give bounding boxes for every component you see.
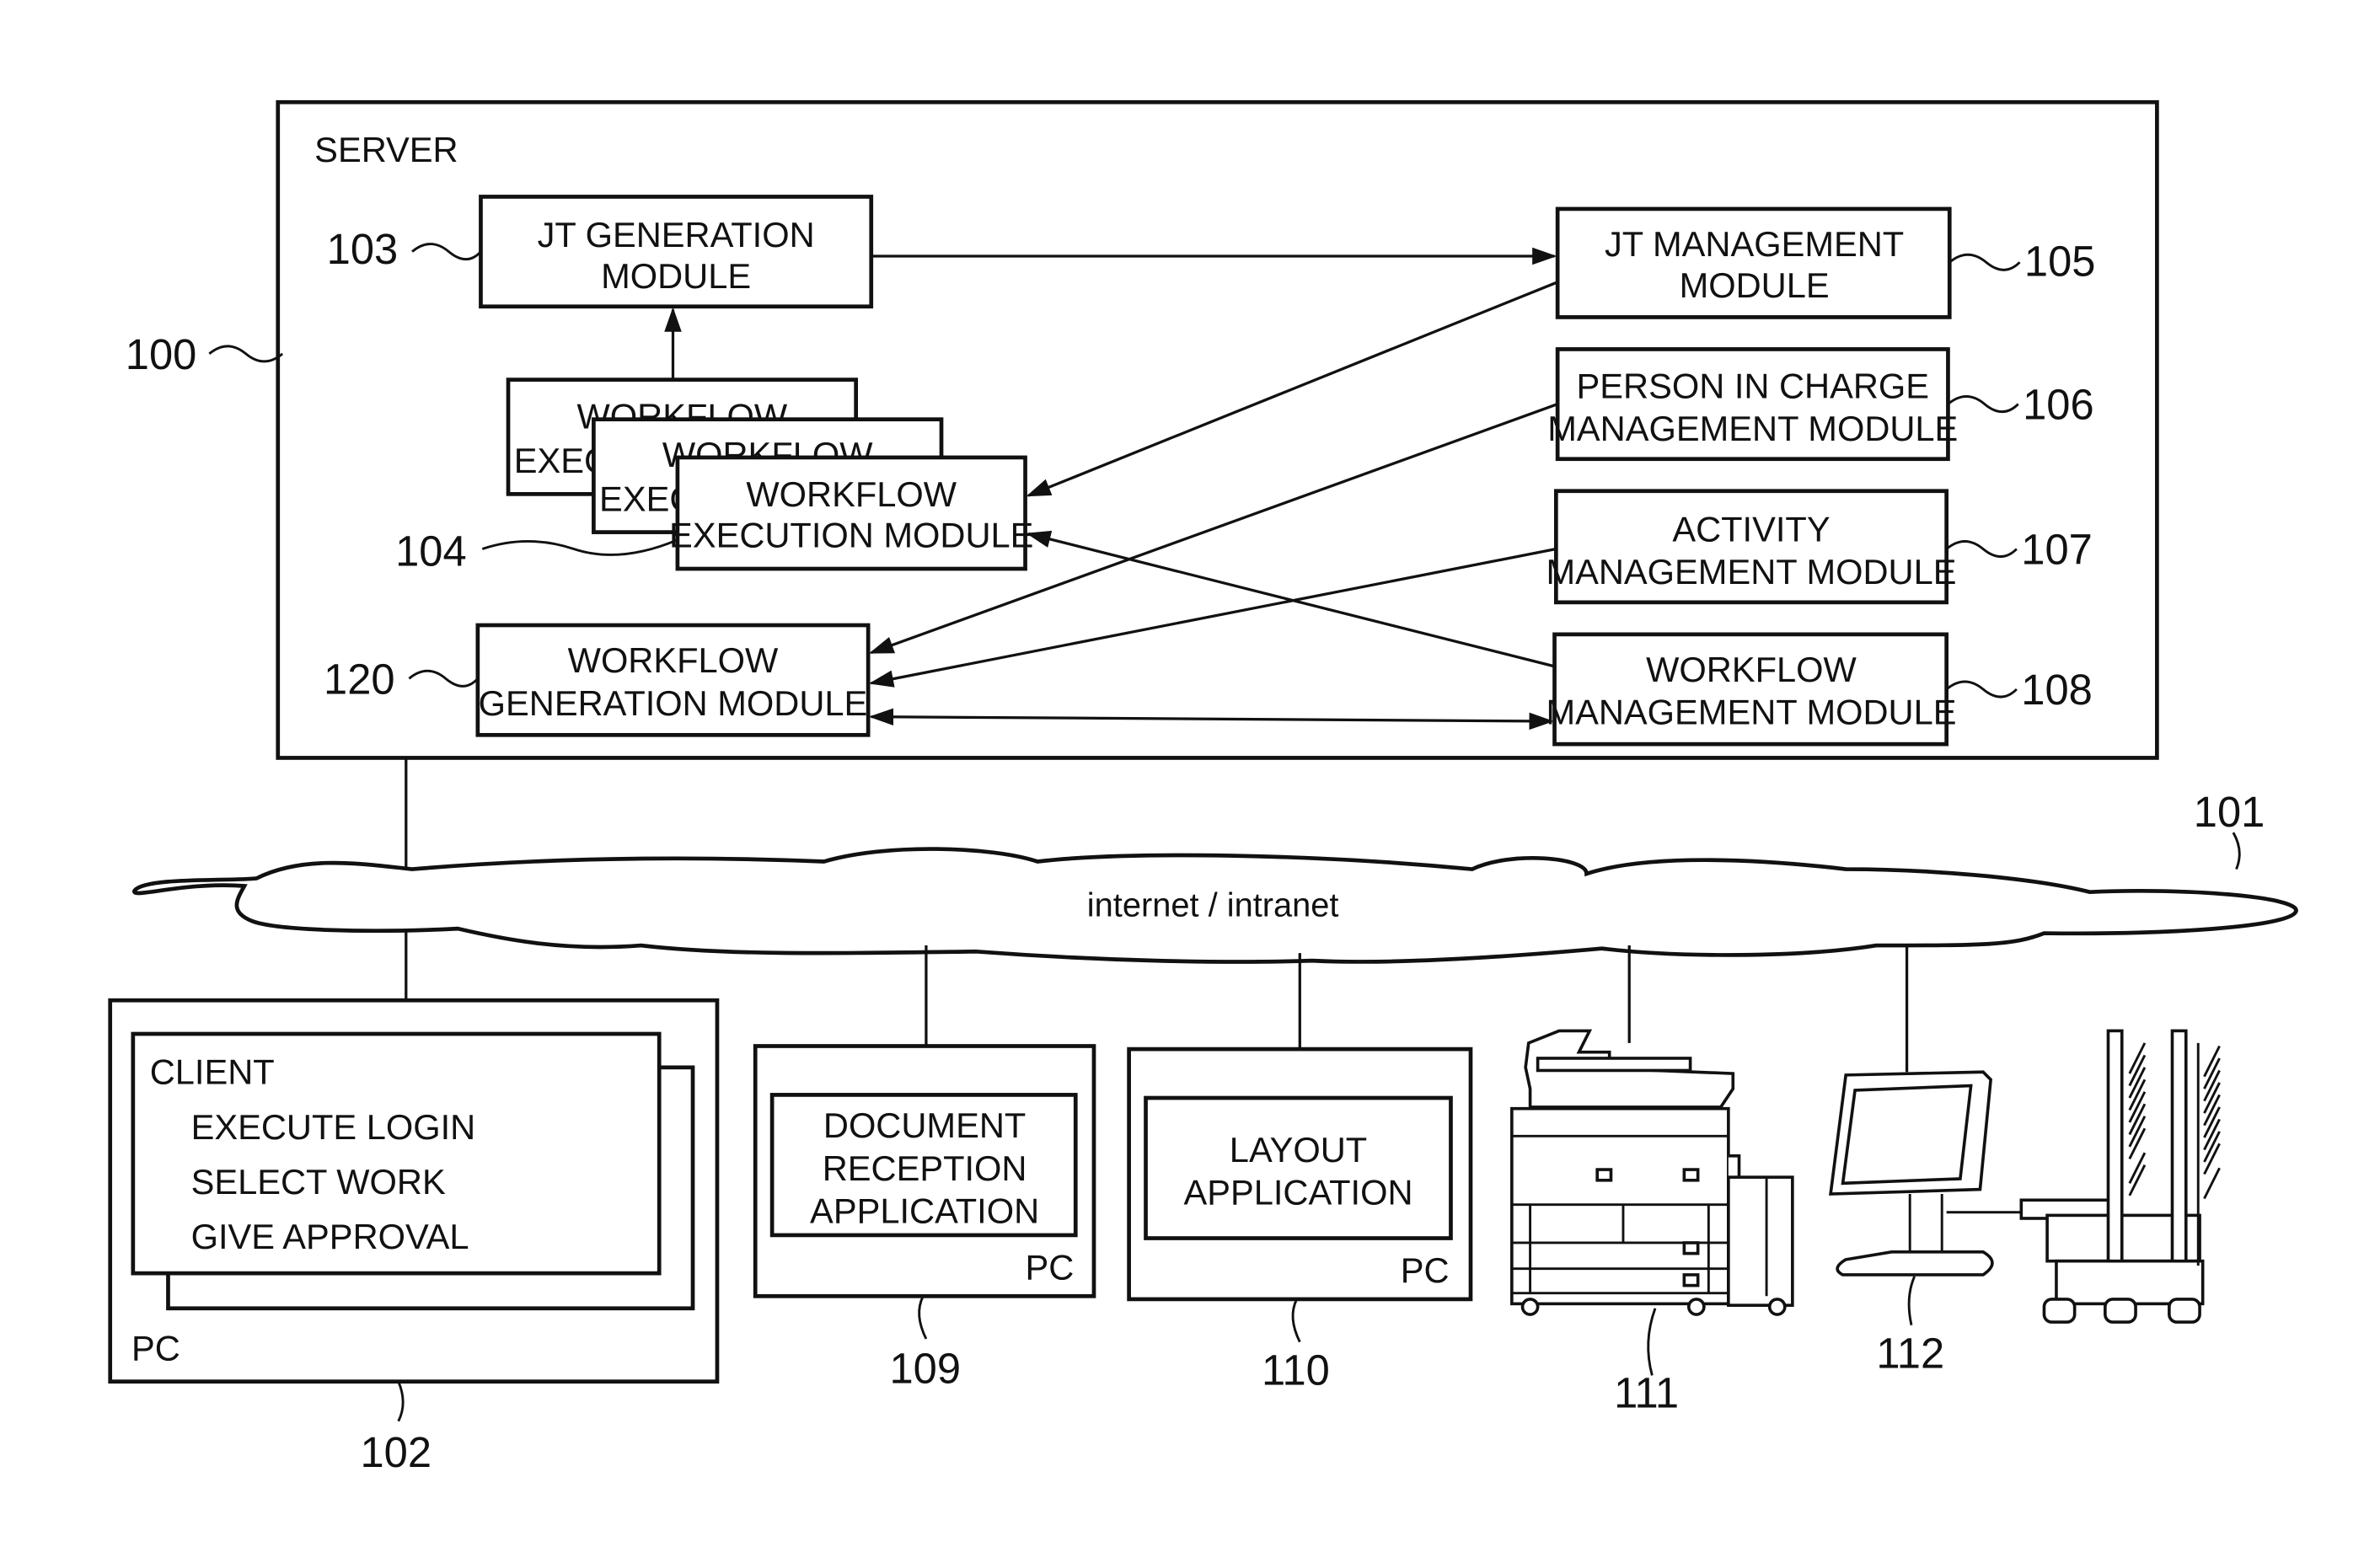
- activity-management-line2: MANAGEMENT MODULE: [1546, 552, 1956, 591]
- workflow-management-line2: MANAGEMENT MODULE: [1546, 693, 1956, 732]
- workflow-generation-ref: 120: [324, 655, 395, 703]
- layout-pc-label: PC: [1401, 1250, 1450, 1290]
- printer-leader: [1647, 1308, 1657, 1376]
- layout-app-line2: APPLICATION: [1183, 1173, 1412, 1212]
- system-diagram: SERVER 100 JT GENERATION MODULE 103 WORK…: [108, 99, 2298, 1476]
- network-ref: 101: [2194, 788, 2265, 836]
- document-pc-label: PC: [1026, 1247, 1075, 1287]
- network-leader: [2232, 832, 2241, 870]
- layout-pc: LAYOUT APPLICATION PC 110: [1127, 1046, 1473, 1394]
- workflow-execution-line1: WORKFLOW: [746, 474, 957, 514]
- document-pc-leader: [918, 1295, 928, 1340]
- finisher-tray-1: [2106, 1029, 2124, 1263]
- network-cloud: internet / intranet 101: [132, 757, 2298, 964]
- document-app-line1: DOCUMENT: [823, 1105, 1026, 1145]
- client-pc-leader: [397, 1381, 405, 1422]
- workflow-generation-line1: WORKFLOW: [568, 640, 779, 680]
- layout-pc-leader: [1291, 1298, 1301, 1343]
- jt-management-ref: 105: [2024, 238, 2096, 286]
- client-pc-label: PC: [131, 1328, 180, 1368]
- terminal-leader: [1907, 1276, 1916, 1325]
- layout-pc-ref: 110: [1262, 1346, 1330, 1394]
- printer-device-icon: 111: [1510, 1029, 1794, 1416]
- keyboard-icon: [1836, 1250, 1994, 1277]
- client-pc-ref: 102: [360, 1428, 432, 1476]
- jt-management-line2: MODULE: [1680, 265, 1830, 305]
- server-leader: [208, 345, 284, 363]
- jt-generation-line2: MODULE: [601, 256, 751, 296]
- finisher-hatching: [2203, 1045, 2221, 1200]
- client-item: SELECT WORK: [191, 1162, 446, 1202]
- printer-ref: 111: [1614, 1368, 1679, 1416]
- document-pc-ref: 109: [889, 1344, 961, 1392]
- workflow-generation-line2: GENERATION MODULE: [479, 683, 868, 723]
- layout-app-line1: LAYOUT: [1230, 1130, 1367, 1170]
- document-reception-pc: DOCUMENT RECEPTION APPLICATION PC 109: [753, 1044, 1096, 1392]
- activity-management-ref: 107: [2021, 526, 2093, 574]
- document-app-line3: APPLICATION: [810, 1191, 1039, 1230]
- client-item: GIVE APPROVAL: [191, 1217, 469, 1256]
- finisher-hatching: [2128, 1042, 2147, 1196]
- workflow-execution-line2: EXECUTION MODULE: [669, 516, 1033, 555]
- jt-management-line1: JT MANAGEMENT: [1605, 224, 1904, 264]
- client-pc: CLIENT EXECUTE LOGIN SELECT WORK GIVE AP…: [108, 998, 720, 1476]
- workflow-management-line1: WORKFLOW: [1646, 650, 1857, 689]
- server-label: SERVER: [314, 130, 458, 169]
- finisher-tray-2: [2170, 1029, 2188, 1263]
- client-title: CLIENT: [150, 1052, 275, 1092]
- workflow-execution-ref: 104: [395, 527, 467, 575]
- terminal-and-finisher-icon: 112: [1829, 1029, 2221, 1377]
- workflow-management-ref: 108: [2021, 666, 2093, 714]
- client-item: EXECUTE LOGIN: [191, 1107, 476, 1147]
- person-in-charge-ref: 106: [2023, 381, 2094, 429]
- printer-side-unit: [1727, 1175, 1794, 1307]
- jt-generation-line1: JT GENERATION: [538, 215, 815, 254]
- person-in-charge-line2: MANAGEMENT MODULE: [1547, 409, 1958, 448]
- activity-management-line1: ACTIVITY: [1672, 509, 1830, 549]
- network-label: internet / intranet: [1087, 887, 1339, 924]
- person-in-charge-line1: PERSON IN CHARGE: [1577, 366, 1929, 405]
- jt-generation-ref: 103: [327, 225, 399, 273]
- server-ref: 100: [126, 330, 197, 378]
- document-app-line2: RECEPTION: [823, 1148, 1027, 1188]
- terminal-ref: 112: [1876, 1329, 1944, 1377]
